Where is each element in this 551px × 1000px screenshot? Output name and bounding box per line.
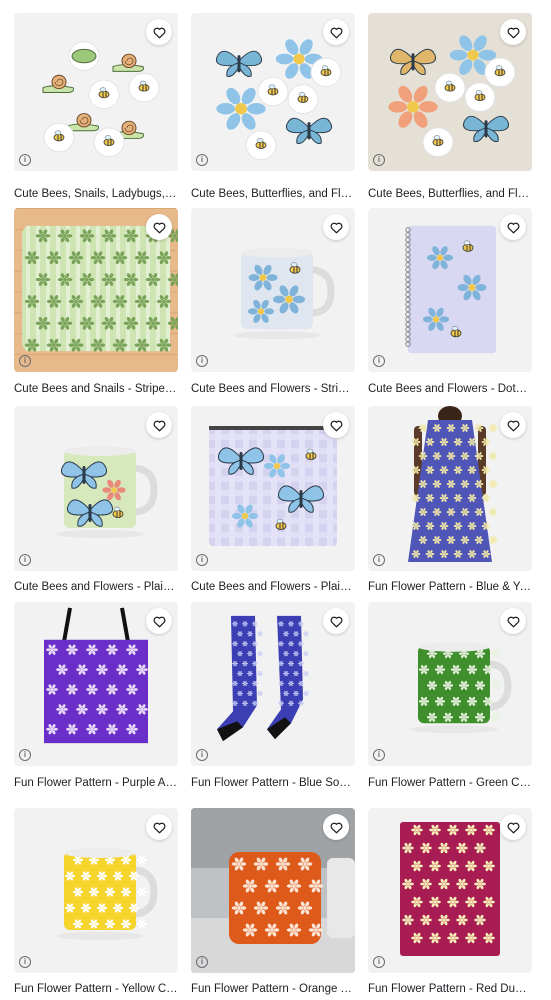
product-image[interactable]: i: [191, 602, 355, 766]
product-card[interactable]: i Fun Flower Pattern - Orange Throw Pillo…: [191, 808, 355, 998]
product-title[interactable]: Fun Flower Pattern - Yellow Classic Mug: [14, 982, 178, 996]
heart-icon: [330, 27, 342, 38]
favorite-button[interactable]: [323, 814, 349, 840]
product-image[interactable]: i: [368, 602, 532, 766]
product-title[interactable]: Fun Flower Pattern - Red Duvet Cover: [368, 982, 532, 996]
heart-icon: [330, 222, 342, 233]
heart-icon: [330, 420, 342, 431]
favorite-button[interactable]: [323, 412, 349, 438]
product-card[interactable]: i Cute Bees, Butterflies, and Flowers Sti…: [191, 13, 355, 203]
product-card[interactable]: i Cute Bees and Snails - Stripes Bath Mat: [14, 208, 178, 398]
favorite-button[interactable]: [500, 608, 526, 634]
favorite-button[interactable]: [500, 214, 526, 240]
product-card[interactable]: i Fun Flower Pattern - Yellow Classic Mug: [14, 808, 178, 998]
product-title[interactable]: Fun Flower Pattern - Green Classic Mug: [368, 776, 532, 790]
favorite-button[interactable]: [500, 19, 526, 45]
product-title[interactable]: Cute Bees and Flowers - Dots Spiral Note…: [368, 382, 532, 396]
product-image[interactable]: i: [191, 808, 355, 973]
product-image[interactable]: i: [14, 13, 178, 171]
product-image[interactable]: i: [368, 808, 532, 973]
heart-icon: [507, 616, 519, 627]
product-card[interactable]: i Fun Flower Pattern - Blue & Yellow A-Li…: [368, 406, 532, 596]
favorite-button[interactable]: [500, 412, 526, 438]
product-image[interactable]: i: [14, 602, 178, 766]
heart-icon: [330, 822, 342, 833]
product-title[interactable]: Cute Bees and Flowers - Stripes Mug: [191, 382, 355, 396]
product-title[interactable]: Cute Bees, Butterflies, and Flowers Stic…: [368, 187, 532, 201]
product-grid: i Cute Bees, Snails, Ladybugs, Bees and L…: [0, 0, 551, 1000]
info-icon[interactable]: i: [196, 956, 208, 968]
info-icon[interactable]: i: [196, 154, 208, 166]
heart-icon: [507, 822, 519, 833]
product-image[interactable]: i: [191, 208, 355, 372]
product-image[interactable]: i: [14, 208, 178, 372]
product-image[interactable]: i: [368, 13, 532, 171]
info-icon[interactable]: i: [373, 355, 385, 367]
product-title[interactable]: Fun Flower Pattern - Orange Throw Pillow: [191, 982, 355, 996]
product-card[interactable]: i Fun Flower Pattern - Purple All Over Pr…: [14, 602, 178, 792]
heart-icon: [153, 822, 165, 833]
favorite-button[interactable]: [323, 608, 349, 634]
heart-icon: [330, 616, 342, 627]
heart-icon: [507, 27, 519, 38]
favorite-button[interactable]: [500, 814, 526, 840]
heart-icon: [507, 222, 519, 233]
info-icon[interactable]: i: [19, 355, 31, 367]
product-image[interactable]: i: [14, 808, 178, 973]
product-title[interactable]: Cute Bees and Flowers - Plaid Zipper Pou…: [191, 580, 355, 594]
product-title[interactable]: Fun Flower Pattern - Blue & Yellow A-Lin…: [368, 580, 532, 594]
product-card[interactable]: i Fun Flower Pattern - Blue Socks: [191, 602, 355, 792]
product-title[interactable]: Cute Bees, Butterflies, and Flowers Stic…: [191, 187, 355, 201]
info-icon[interactable]: i: [19, 956, 31, 968]
info-icon[interactable]: i: [196, 554, 208, 566]
product-card[interactable]: i Cute Bees and Flowers - Plaid Mug: [14, 406, 178, 596]
product-image[interactable]: i: [368, 406, 532, 571]
product-title[interactable]: Fun Flower Pattern - Purple All Over Pri…: [14, 776, 178, 790]
info-icon[interactable]: i: [19, 154, 31, 166]
heart-icon: [507, 420, 519, 431]
product-title[interactable]: Cute Bees, Snails, Ladybugs, Bees and Le…: [14, 187, 178, 201]
favorite-button[interactable]: [323, 19, 349, 45]
product-card[interactable]: i Cute Bees, Butterflies, and Flowers Sti…: [368, 13, 532, 203]
product-title[interactable]: Fun Flower Pattern - Blue Socks: [191, 776, 355, 790]
info-icon[interactable]: i: [373, 956, 385, 968]
favorite-button[interactable]: [146, 608, 172, 634]
favorite-button[interactable]: [323, 214, 349, 240]
info-icon[interactable]: i: [373, 749, 385, 761]
info-icon[interactable]: i: [373, 554, 385, 566]
product-card[interactable]: i Cute Bees and Flowers - Dots Spiral Not…: [368, 208, 532, 398]
product-image[interactable]: i: [191, 406, 355, 571]
info-icon[interactable]: i: [19, 554, 31, 566]
product-image[interactable]: i: [368, 208, 532, 372]
product-card[interactable]: i Cute Bees and Flowers - Stripes Mug: [191, 208, 355, 398]
favorite-button[interactable]: [146, 214, 172, 240]
heart-icon: [153, 616, 165, 627]
heart-icon: [153, 222, 165, 233]
favorite-button[interactable]: [146, 19, 172, 45]
heart-icon: [153, 420, 165, 431]
product-image[interactable]: i: [191, 13, 355, 171]
info-icon[interactable]: i: [373, 154, 385, 166]
product-card[interactable]: i Cute Bees, Snails, Ladybugs, Bees and L…: [14, 13, 178, 203]
favorite-button[interactable]: [146, 412, 172, 438]
favorite-button[interactable]: [146, 814, 172, 840]
product-title[interactable]: Cute Bees and Flowers - Plaid Mug: [14, 580, 178, 594]
info-icon[interactable]: i: [196, 355, 208, 367]
product-card[interactable]: i Cute Bees and Flowers - Plaid Zipper Po…: [191, 406, 355, 596]
product-title[interactable]: Cute Bees and Snails - Stripes Bath Mat: [14, 382, 178, 396]
product-card[interactable]: i Fun Flower Pattern - Green Classic Mug: [368, 602, 532, 792]
info-icon[interactable]: i: [196, 749, 208, 761]
product-card[interactable]: i Fun Flower Pattern - Red Duvet Cover: [368, 808, 532, 998]
heart-icon: [153, 27, 165, 38]
info-icon[interactable]: i: [19, 749, 31, 761]
product-image[interactable]: i: [14, 406, 178, 571]
